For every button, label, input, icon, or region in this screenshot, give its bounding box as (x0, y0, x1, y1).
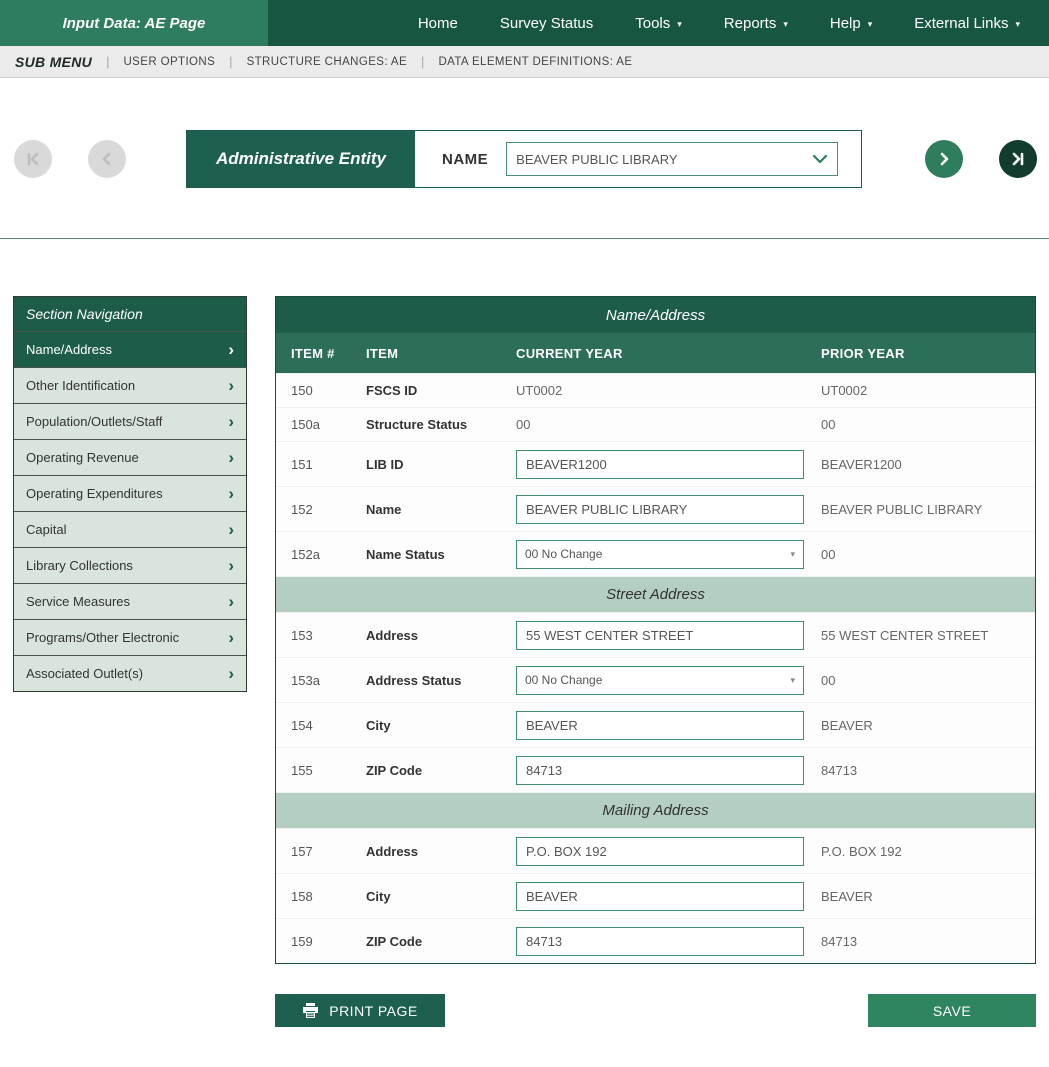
nav-item-tools[interactable]: Tools▾ (614, 0, 703, 46)
nav-item-external-links[interactable]: External Links▾ (893, 0, 1041, 46)
city-input[interactable] (516, 711, 804, 740)
skip-to-last-icon (1008, 149, 1028, 169)
column-header-item: ITEM (366, 346, 516, 361)
sidebar-item-library-collections[interactable]: Library Collections› (14, 547, 246, 583)
sidebar-title: Section Navigation (14, 297, 246, 331)
table-row: 159 ZIP Code 84713 (276, 918, 1035, 963)
separator: | (106, 54, 109, 69)
chevron-right-icon: › (228, 557, 234, 574)
nav-item-help[interactable]: Help▾ (809, 0, 893, 46)
chevron-right-icon: › (228, 377, 234, 394)
table-row: 154 City BEAVER (276, 702, 1035, 747)
column-header-item-num: ITEM # (276, 346, 366, 361)
entity-name-selected-value: BEAVER PUBLIC LIBRARY (516, 152, 677, 167)
print-page-button[interactable]: PRINT PAGE (275, 994, 445, 1027)
mailing-address-input[interactable] (516, 837, 804, 866)
horizontal-divider (0, 238, 1049, 239)
skip-to-first-icon (23, 149, 43, 169)
sidebar-item-name-address[interactable]: Name/Address› (14, 331, 246, 367)
sidebar-item-operating-revenue[interactable]: Operating Revenue› (14, 439, 246, 475)
section-navigation-sidebar: Section Navigation Name/Address› Other I… (13, 296, 247, 692)
submenu-item-structure-changes[interactable]: STRUCTURE CHANGES: AE (247, 56, 407, 68)
nav-item-reports[interactable]: Reports▾ (703, 0, 809, 46)
chevron-right-icon: › (228, 665, 234, 682)
submenu-item-user-options[interactable]: USER OPTIONS (123, 56, 215, 68)
previous-record-button[interactable] (88, 140, 126, 178)
chevron-right-icon: › (228, 593, 234, 610)
first-record-button[interactable] (14, 140, 52, 178)
address-status-select[interactable]: 00 No Change ▾ (516, 666, 804, 695)
table-row: 150a Structure Status 00 00 (276, 407, 1035, 441)
section-band-street-address: Street Address (276, 576, 1035, 612)
active-page-tab[interactable]: Input Data: AE Page (0, 0, 268, 46)
chevron-left-icon (97, 149, 117, 169)
entity-name-label: NAME (442, 151, 488, 168)
chevron-right-icon (934, 149, 954, 169)
sidebar-item-associated-outlets[interactable]: Associated Outlet(s)› (14, 655, 246, 691)
name-status-select[interactable]: 00 No Change ▾ (516, 540, 804, 569)
table-row: 155 ZIP Code 84713 (276, 747, 1035, 792)
mailing-city-input[interactable] (516, 882, 804, 911)
name-input[interactable] (516, 495, 804, 524)
chevron-right-icon: › (228, 341, 234, 358)
table-row: 152 Name BEAVER PUBLIC LIBRARY (276, 486, 1035, 531)
chevron-right-icon: › (228, 521, 234, 538)
entity-type-title: Administrative Entity (187, 131, 415, 187)
separator: | (421, 54, 424, 69)
save-button[interactable]: SAVE (868, 994, 1036, 1027)
caret-down-icon: ▾ (790, 549, 795, 560)
last-record-button[interactable] (999, 140, 1037, 178)
name-address-table: Name/Address ITEM # ITEM CURRENT YEAR PR… (275, 296, 1036, 964)
entity-header-box: Administrative Entity NAME BEAVER PUBLIC… (186, 130, 862, 188)
sidebar-item-service-measures[interactable]: Service Measures› (14, 583, 246, 619)
chevron-right-icon: › (228, 629, 234, 646)
caret-down-icon: ▾ (677, 20, 682, 29)
nav-item-home[interactable]: Home (397, 0, 479, 46)
zip-code-input[interactable] (516, 756, 804, 785)
table-row: 158 City BEAVER (276, 873, 1035, 918)
submenu-title: SUB MENU (15, 54, 92, 70)
top-navbar: Input Data: AE Page Home Survey Status T… (0, 0, 1049, 46)
table-row: 157 Address P.O. BOX 192 (276, 828, 1035, 873)
caret-down-icon: ▾ (1015, 20, 1020, 29)
mailing-zip-code-input[interactable] (516, 927, 804, 956)
chevron-down-icon (812, 154, 828, 164)
table-row: 152a Name Status 00 No Change ▾ 00 (276, 531, 1035, 576)
chevron-right-icon: › (228, 413, 234, 430)
section-band-mailing-address: Mailing Address (276, 792, 1035, 828)
separator: | (229, 54, 232, 69)
table-row: 153a Address Status 00 No Change ▾ 00 (276, 657, 1035, 702)
sidebar-item-population-outlets-staff[interactable]: Population/Outlets/Staff› (14, 403, 246, 439)
printer-icon (302, 1003, 319, 1018)
chevron-right-icon: › (228, 485, 234, 502)
next-record-button[interactable] (925, 140, 963, 178)
submenu-bar: SUB MENU | USER OPTIONS | STRUCTURE CHAN… (0, 46, 1049, 78)
street-address-input[interactable] (516, 621, 804, 650)
column-header-current-year: CURRENT YEAR (516, 346, 821, 361)
nav-item-survey-status[interactable]: Survey Status (479, 0, 614, 46)
table-row: 150 FSCS ID UT0002 UT0002 (276, 373, 1035, 407)
caret-down-icon: ▾ (783, 20, 788, 29)
lib-id-input[interactable] (516, 450, 804, 479)
caret-down-icon: ▾ (790, 675, 795, 686)
entity-name-select[interactable]: BEAVER PUBLIC LIBRARY (506, 142, 838, 176)
sidebar-item-other-identification[interactable]: Other Identification› (14, 367, 246, 403)
content-area: Section Navigation Name/Address› Other I… (0, 296, 1049, 964)
table-header-row: ITEM # ITEM CURRENT YEAR PRIOR YEAR (276, 333, 1035, 373)
chevron-right-icon: › (228, 449, 234, 466)
table-row: 153 Address 55 WEST CENTER STREET (276, 612, 1035, 657)
table-title: Name/Address (276, 297, 1035, 333)
entity-pager-row: Administrative Entity NAME BEAVER PUBLIC… (0, 130, 1049, 188)
submenu-item-data-element-definitions[interactable]: DATA ELEMENT DEFINITIONS: AE (438, 56, 632, 68)
column-header-prior-year: PRIOR YEAR (821, 346, 1035, 361)
bottom-actions-bar: PRINT PAGE SAVE (0, 994, 1049, 1067)
table-row: 151 LIB ID BEAVER1200 (276, 441, 1035, 486)
sidebar-item-capital[interactable]: Capital› (14, 511, 246, 547)
main-nav: Home Survey Status Tools▾ Reports▾ Help▾… (268, 0, 1049, 46)
sidebar-item-operating-expenditures[interactable]: Operating Expenditures› (14, 475, 246, 511)
caret-down-icon: ▾ (868, 20, 873, 29)
sidebar-item-programs-other-electronic[interactable]: Programs/Other Electronic› (14, 619, 246, 655)
